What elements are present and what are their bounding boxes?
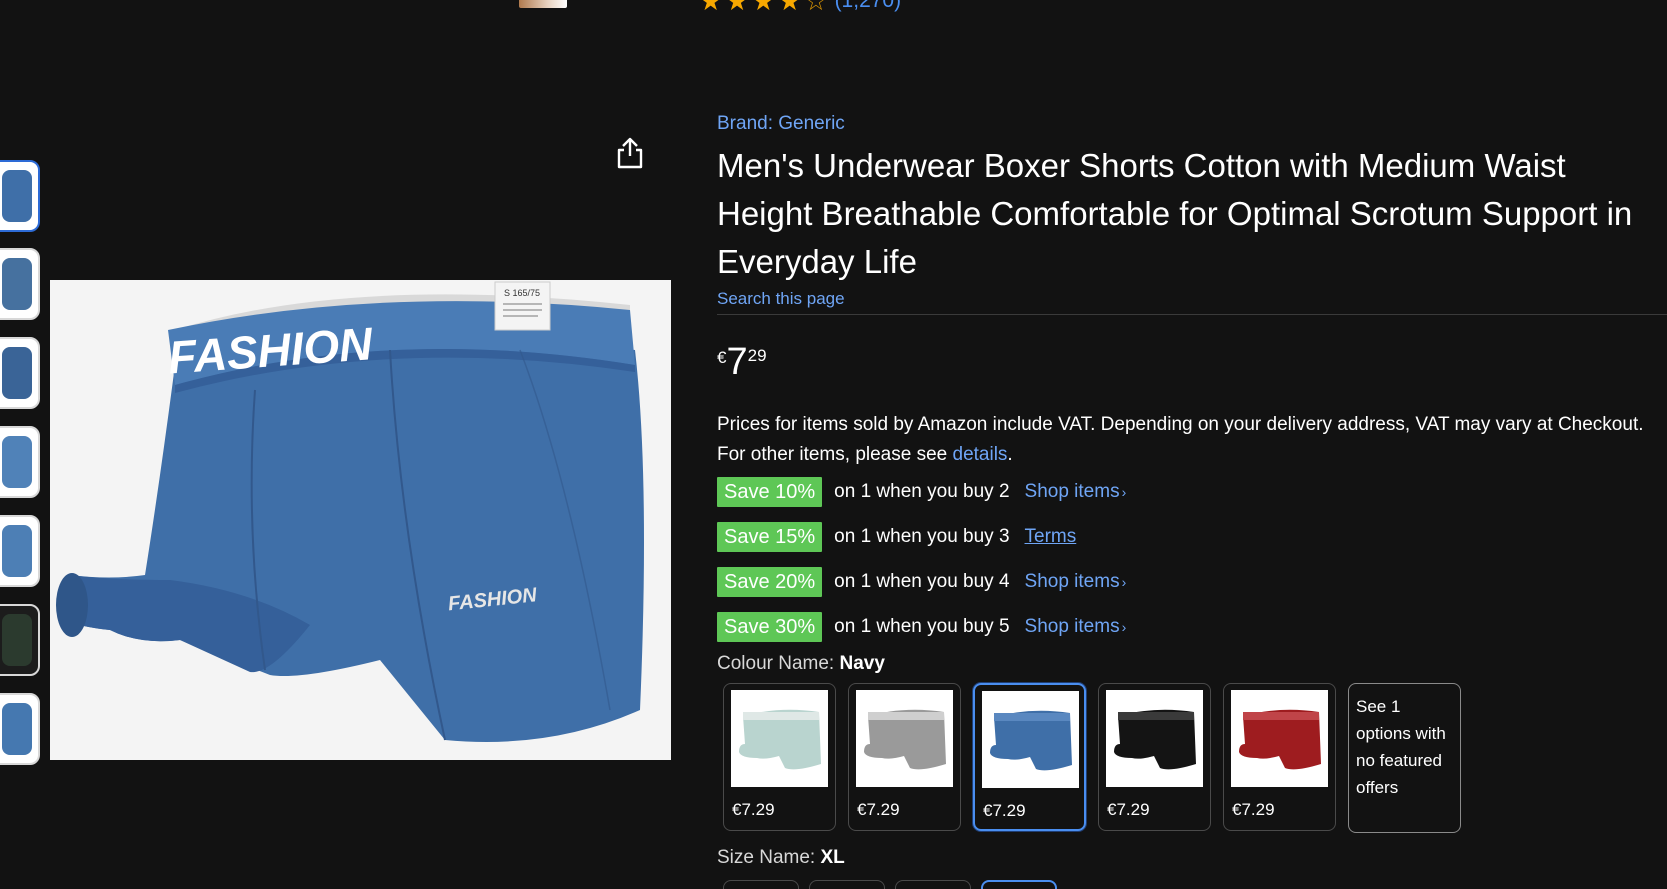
price-currency: € (717, 348, 727, 367)
size-value: XL (820, 847, 845, 868)
search-this-page-link[interactable]: Search this page (717, 289, 845, 309)
rating-row[interactable]: ★ ★ ★ ★ ☆ (1,270) (699, 0, 901, 14)
colour-name-label: Colour Name: Navy (717, 653, 885, 675)
promo-row: Save 20% on 1 when you buy 4 Shop items … (717, 567, 1126, 597)
swatch-image (731, 690, 828, 787)
promo-terms-link[interactable]: Terms (1025, 526, 1077, 548)
thumbnail-3[interactable] (0, 337, 40, 409)
share-icon[interactable] (615, 136, 645, 170)
see-more-options-button[interactable]: See 1 options with no featured offers (1348, 683, 1461, 833)
chevron-right-icon: › (1121, 484, 1127, 500)
colour-label-text: Colour Name: (717, 653, 835, 674)
size-option[interactable] (809, 880, 885, 889)
size-name-label: Size Name: XL (717, 847, 845, 869)
swatch-price: €7.29 (983, 801, 1026, 820)
colour-value: Navy (839, 653, 885, 674)
rating-count-link[interactable]: (1,270) (835, 0, 902, 13)
star-half-icon: ☆ (804, 0, 828, 16)
swatch-image (982, 691, 1079, 788)
product-page: ★ ★ ★ ★ ☆ (1,270) S 165/75 FASHION FASHI… (0, 0, 1667, 889)
price-fraction: 29 (747, 346, 767, 365)
colour-swatches: €7.29 €7.29 €7.29 €7.29 €7.29 See 1 opti… (723, 683, 1461, 833)
promo-row: Save 30% on 1 when you buy 5 Shop items … (717, 612, 1126, 642)
star-full-icon: ★ (725, 0, 749, 16)
promo-text: on 1 when you buy 5 (834, 616, 1010, 637)
promo-badge: Save 15% (717, 522, 823, 552)
swatch-image (1106, 690, 1203, 787)
swatch-price: €7.29 (857, 800, 900, 819)
swatch-price: €7.29 (732, 800, 775, 819)
size-option[interactable] (723, 880, 799, 889)
divider (717, 314, 1667, 315)
colour-swatch[interactable]: €7.29 (1098, 683, 1211, 831)
vat-end: . (1007, 444, 1013, 465)
size-options (723, 880, 1067, 889)
promo-text: on 1 when you buy 4 (834, 571, 1010, 592)
thumbnail-7[interactable] (0, 693, 40, 765)
star-full-icon: ★ (699, 0, 723, 16)
product-title: Men's Underwear Boxer Shorts Cotton with… (717, 147, 1633, 280)
size-option-selected[interactable] (981, 880, 1057, 889)
promo-row: Save 10% on 1 when you buy 2 Shop items … (717, 477, 1126, 507)
promo-badge: Save 10% (717, 477, 823, 507)
swatch-image (856, 690, 953, 787)
promo-text: on 1 when you buy 3 (834, 526, 1010, 547)
thumbnail-6-video[interactable] (0, 604, 40, 676)
promo-shop-items-link[interactable]: Shop items (1025, 616, 1120, 638)
promo-shop-items-link[interactable]: Shop items (1025, 481, 1120, 503)
chevron-right-icon: › (1121, 574, 1127, 590)
vat-details-link[interactable]: details (953, 444, 1008, 465)
vat-notice: Prices for items sold by Amazon include … (717, 410, 1667, 470)
brand-link[interactable]: Brand: Generic (717, 113, 845, 135)
price-whole: 7 (726, 341, 748, 383)
price: € 7 29 (717, 340, 767, 384)
chevron-right-icon: › (1121, 619, 1127, 635)
promo-shop-items-link[interactable]: Shop items (1025, 571, 1120, 593)
size-label-text: Size Name: (717, 847, 816, 868)
seller-thumbnail[interactable] (519, 0, 567, 8)
size-option[interactable] (895, 880, 971, 889)
colour-swatch[interactable]: €7.29 (1223, 683, 1336, 831)
main-product-image[interactable]: S 165/75 FASHION FASHION (50, 280, 671, 760)
star-full-icon: ★ (751, 0, 775, 16)
swatch-price: €7.29 (1107, 800, 1150, 819)
promo-text: on 1 when you buy 2 (834, 481, 1010, 502)
colour-swatch-selected[interactable]: €7.29 (973, 683, 1086, 831)
promo-badge: Save 20% (717, 567, 823, 597)
thumbnail-5[interactable] (0, 515, 40, 587)
star-full-icon: ★ (777, 0, 802, 16)
colour-swatch[interactable]: €7.29 (723, 683, 836, 831)
colour-swatch[interactable]: €7.29 (848, 683, 961, 831)
swatch-price: €7.29 (1232, 800, 1275, 819)
promo-badge: Save 30% (717, 612, 823, 642)
thumbnail-2[interactable] (0, 248, 40, 320)
promo-row: Save 15% on 1 when you buy 3 Terms (717, 522, 1076, 552)
swatch-image (1231, 690, 1328, 787)
thumbnail-1[interactable] (0, 160, 40, 232)
tag-text: S 165/75 (504, 288, 540, 298)
vat-text: Prices for items sold by Amazon include … (717, 414, 1644, 465)
thumbnail-4[interactable] (0, 426, 40, 498)
